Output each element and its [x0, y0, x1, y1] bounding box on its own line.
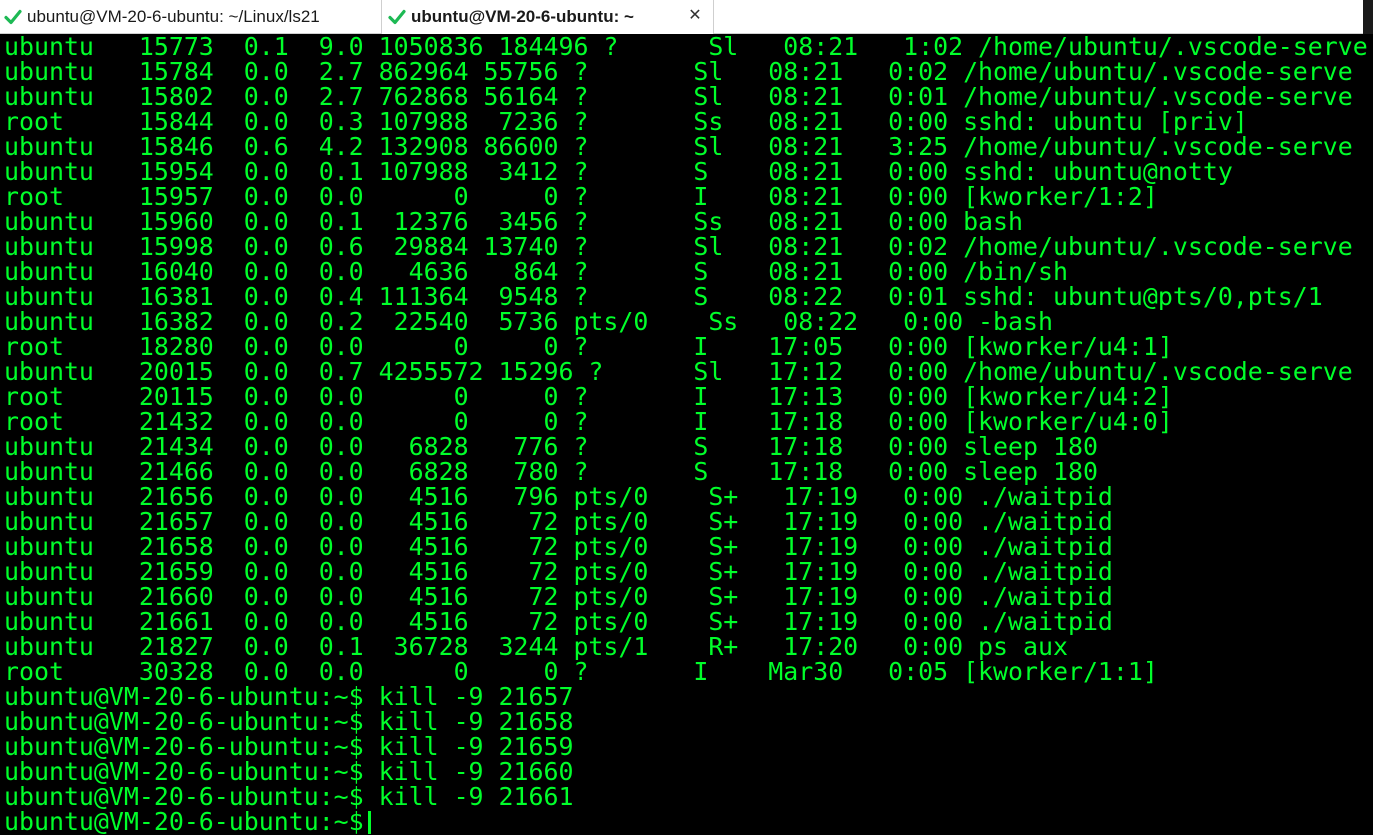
- terminal-output[interactable]: ubuntu 15773 0.1 9.0 1050836 184496 ? Sl…: [0, 34, 1373, 835]
- terminal-line: ubuntu@VM-20-6-ubuntu:~$ kill -9 21657: [4, 682, 574, 711]
- terminal-line: ubuntu 21658 0.0 0.0 4516 72 pts/0 S+ 17…: [4, 532, 1113, 561]
- terminal-line: ubuntu 21661 0.0 0.0 4516 72 pts/0 S+ 17…: [4, 607, 1113, 636]
- terminal-line: ubuntu@VM-20-6-ubuntu:~$ kill -9 21661: [4, 782, 574, 811]
- terminal-line: ubuntu@VM-20-6-ubuntu:~$ kill -9 21659: [4, 732, 574, 761]
- tab-home-active[interactable]: ubuntu@VM-20-6-ubuntu: ~ ✕: [381, 0, 714, 34]
- checkmark-icon: [388, 9, 406, 25]
- terminal-line: ubuntu@VM-20-6-ubuntu:~$ kill -9 21660: [4, 757, 574, 786]
- terminal-line: ubuntu 15846 0.6 4.2 132908 86600 ? Sl 0…: [4, 132, 1353, 161]
- tab-label: ubuntu@VM-20-6-ubuntu: ~/Linux/ls21: [27, 7, 320, 26]
- terminal-line: root 21432 0.0 0.0 0 0 ? I 17:18 0:00 [k…: [4, 407, 1173, 436]
- terminal-line: root 20115 0.0 0.0 0 0 ? I 17:13 0:00 [k…: [4, 382, 1173, 411]
- terminal-line: root 15844 0.0 0.3 107988 7236 ? Ss 08:2…: [4, 107, 1248, 136]
- terminal-line: root 18280 0.0 0.0 0 0 ? I 17:05 0:00 [k…: [4, 332, 1173, 361]
- terminal-line: ubuntu 16381 0.0 0.4 111364 9548 ? S 08:…: [4, 282, 1323, 311]
- terminal-line: ubuntu 21434 0.0 0.0 6828 776 ? S 17:18 …: [4, 432, 1098, 461]
- terminal-line: ubuntu 16040 0.0 0.0 4636 864 ? S 08:21 …: [4, 257, 1068, 286]
- terminal-line: root 15957 0.0 0.0 0 0 ? I 08:21 0:00 [k…: [4, 182, 1158, 211]
- terminal-line: ubuntu 21827 0.0 0.1 36728 3244 pts/1 R+…: [4, 632, 1068, 661]
- shell-prompt: ubuntu@VM-20-6-ubuntu:~$: [4, 807, 364, 835]
- terminal-line: ubuntu 15998 0.0 0.6 29884 13740 ? Sl 08…: [4, 232, 1353, 261]
- terminal-line: ubuntu 15784 0.0 2.7 862964 55756 ? Sl 0…: [4, 57, 1353, 86]
- terminal-line: ubuntu 15954 0.0 0.1 107988 3412 ? S 08:…: [4, 157, 1233, 186]
- terminal-line: ubuntu 15773 0.1 9.0 1050836 184496 ? Sl…: [4, 34, 1368, 61]
- terminal-line: ubuntu@VM-20-6-ubuntu:~$ kill -9 21658: [4, 707, 574, 736]
- tab-strip-edge: [1363, 0, 1373, 34]
- text-cursor: [367, 811, 371, 834]
- terminal-lines: ubuntu 15773 0.1 9.0 1050836 184496 ? Sl…: [4, 34, 1368, 834]
- terminal-line: ubuntu 15802 0.0 2.7 762868 56164 ? Sl 0…: [4, 82, 1353, 111]
- close-icon[interactable]: ✕: [687, 8, 703, 24]
- tab-linux-ls21[interactable]: ubuntu@VM-20-6-ubuntu: ~/Linux/ls21: [0, 0, 381, 34]
- terminal-line: ubuntu 21466 0.0 0.0 6828 780 ? S 17:18 …: [4, 457, 1098, 486]
- terminal-line: ubuntu 21660 0.0 0.0 4516 72 pts/0 S+ 17…: [4, 582, 1113, 611]
- terminal-line: root 30328 0.0 0.0 0 0 ? I Mar30 0:05 [k…: [4, 657, 1158, 686]
- terminal-line: ubuntu 15960 0.0 0.1 12376 3456 ? Ss 08:…: [4, 207, 1024, 236]
- tab-label: ubuntu@VM-20-6-ubuntu: ~: [411, 7, 634, 26]
- terminal-line: ubuntu 21659 0.0 0.0 4516 72 pts/0 S+ 17…: [4, 557, 1113, 586]
- terminal-line: ubuntu 20015 0.0 0.7 4255572 15296 ? Sl …: [4, 357, 1353, 386]
- terminal-line: ubuntu 21657 0.0 0.0 4516 72 pts/0 S+ 17…: [4, 507, 1113, 536]
- checkmark-icon: [4, 9, 22, 25]
- terminal-prompt-line[interactable]: ubuntu@VM-20-6-ubuntu:~$: [4, 809, 1368, 834]
- tab-bar: ubuntu@VM-20-6-ubuntu: ~/Linux/ls21 ubun…: [0, 0, 1373, 34]
- terminal-line: ubuntu 16382 0.0 0.2 22540 5736 pts/0 Ss…: [4, 307, 1053, 336]
- terminal-line: ubuntu 21656 0.0 0.0 4516 796 pts/0 S+ 1…: [4, 482, 1113, 511]
